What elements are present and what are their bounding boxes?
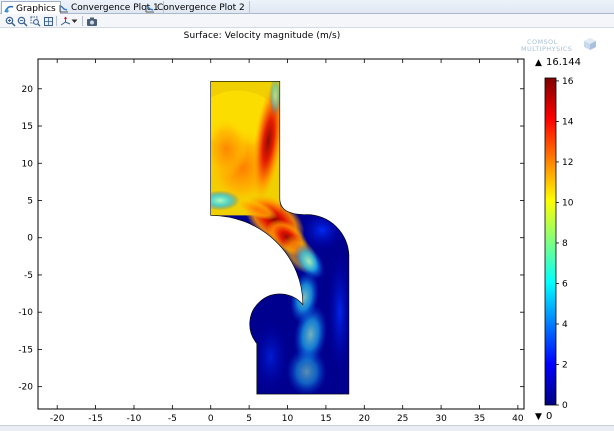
y-tick-label: 0 (27, 234, 33, 244)
field-region (210, 190, 240, 211)
x-tick-label: 5 (246, 414, 252, 424)
x-tick-label: 10 (282, 414, 294, 424)
y-tick-label: -5 (24, 271, 33, 281)
x-tick-label: 15 (320, 414, 331, 424)
y-tick-label: -10 (18, 308, 33, 318)
x-tick-label: 35 (474, 414, 485, 424)
colorbar-tick-label: 16 (562, 77, 574, 87)
y-tick-label: -15 (18, 345, 33, 355)
x-tick-label: 40 (512, 414, 524, 424)
x-tick-label: -5 (168, 414, 177, 424)
x-tick-label: -15 (88, 414, 103, 424)
min-marker-icon: ▼ (535, 412, 542, 422)
colorbar-max-label: 16.144 (546, 57, 581, 68)
field-region (300, 210, 345, 251)
colorbar-tick-label: 2 (562, 360, 568, 370)
field-region (286, 347, 327, 395)
colorbar-tick-label: 14 (562, 117, 574, 127)
y-tick-label: 15 (22, 122, 33, 132)
colorbar-tick-label: 0 (562, 401, 568, 411)
colorbar-tick-label: 8 (562, 239, 568, 249)
x-tick-label: -20 (50, 414, 65, 424)
y-tick-label: 5 (27, 196, 33, 206)
y-tick-label: -20 (18, 383, 33, 393)
colorbar-tick-label: 10 (562, 198, 574, 208)
x-tick-label: 20 (359, 414, 371, 424)
colorbar-tick-label: 6 (562, 279, 568, 289)
colorbar-tick-label: 12 (562, 158, 573, 168)
y-tick-label: 20 (22, 85, 34, 95)
x-tick-label: 0 (208, 414, 214, 424)
colorbar-tick-label: 4 (562, 320, 568, 330)
y-tick-label: 10 (22, 159, 34, 169)
colorbar-gradient (544, 77, 557, 406)
color-legend: 16 14 12 10 8 6 4 2 0 ▲ 16.144 ▼ 0 (535, 57, 581, 422)
graphics-canvas[interactable]: -20 -15 -10 -5 0 5 10 15 20 25 30 35 40 20151050-5-1… (0, 0, 614, 431)
field-region (252, 320, 289, 393)
velocity-surface (210, 81, 349, 395)
status-strip (0, 425, 614, 431)
x-tick-label: 25 (397, 414, 408, 424)
colorbar-min-label: 0 (546, 411, 552, 422)
x-tick-label: -10 (127, 414, 142, 424)
max-marker-icon: ▲ (535, 58, 542, 68)
field-region (269, 81, 282, 117)
field-region (327, 252, 349, 373)
x-tick-label: 30 (435, 414, 447, 424)
